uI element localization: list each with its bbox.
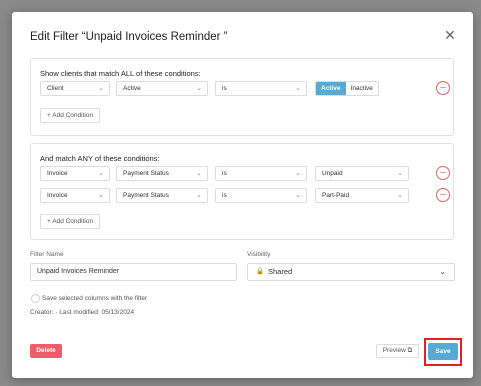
select-value: is — [222, 170, 227, 177]
select-value: Invoice — [47, 170, 68, 177]
select-value: Client — [47, 85, 64, 92]
chevron-down-icon: ⌄ — [295, 192, 301, 199]
edit-filter-dialog: Edit Filter “Unpaid Invoices Reminder ” … — [12, 12, 473, 378]
condition-value-select[interactable]: Unpaid ⌄ — [315, 166, 409, 181]
close-icon[interactable]: ✕ — [443, 28, 457, 42]
filter-name-label: Filter Name — [30, 251, 64, 258]
filter-meta-info: Creator: · Last modified: 05/13/2024 — [30, 309, 135, 316]
select-value: Part-Paid — [322, 192, 350, 199]
chevron-down-icon: ⌄ — [439, 267, 446, 276]
condition-field-select[interactable]: Payment Status ⌄ — [116, 166, 208, 181]
any-conditions-panel: And match ANY of these conditions: Invoi… — [30, 143, 454, 240]
chevron-down-icon: ⌄ — [397, 192, 403, 199]
condition-field-select[interactable]: Payment Status ⌄ — [116, 188, 208, 203]
save-button[interactable]: Save — [428, 343, 458, 360]
condition-entity-select[interactable]: Invoice ⌄ — [40, 166, 110, 181]
select-value: Payment Status — [123, 170, 169, 177]
chevron-down-icon: ⌄ — [98, 85, 104, 92]
save-columns-radio[interactable] — [31, 294, 40, 303]
select-value: Unpaid — [322, 170, 343, 177]
select-value: Active — [123, 85, 141, 92]
preview-button[interactable]: Preview ⧉ — [376, 344, 419, 358]
condition-value-select[interactable]: Part-Paid ⌄ — [315, 188, 409, 203]
filter-name-input[interactable]: Unpaid Invoices Reminder — [30, 263, 237, 281]
remove-condition-icon[interactable]: – — [436, 188, 450, 202]
chevron-down-icon: ⌄ — [196, 170, 202, 177]
lock-icon: 🔒 — [256, 268, 265, 275]
toggle-active-option[interactable]: Active — [316, 82, 346, 95]
select-value: Payment Status — [123, 192, 169, 199]
any-conditions-title: And match ANY of these conditions: — [40, 154, 160, 163]
chevron-down-icon: ⌄ — [98, 170, 104, 177]
add-condition-button[interactable]: + Add Condition — [40, 214, 101, 229]
dialog-title: Edit Filter “Unpaid Invoices Reminder ” — [30, 31, 228, 43]
condition-entity-select[interactable]: Client ⌄ — [40, 81, 110, 96]
select-value: is — [222, 192, 227, 199]
condition-field-select[interactable]: Active ⌄ — [116, 81, 208, 96]
condition-entity-select[interactable]: Invoice ⌄ — [40, 188, 110, 203]
toggle-inactive-option[interactable]: Inactive — [345, 82, 378, 95]
save-columns-label: Save selected columns with the filter — [42, 295, 148, 302]
visibility-value: Shared — [268, 267, 293, 276]
delete-button[interactable]: Delete — [30, 344, 62, 358]
chevron-down-icon: ⌄ — [397, 170, 403, 177]
condition-operator-select[interactable]: is ⌄ — [215, 188, 307, 203]
chevron-down-icon: ⌄ — [196, 85, 202, 92]
all-conditions-title: Show clients that match ALL of these con… — [40, 69, 201, 78]
chevron-down-icon: ⌄ — [98, 192, 104, 199]
visibility-select[interactable]: 🔒 Shared ⌄ — [247, 263, 455, 281]
visibility-label: Visibility — [247, 251, 271, 258]
all-conditions-panel: Show clients that match ALL of these con… — [30, 58, 454, 136]
select-value: Invoice — [47, 192, 68, 199]
remove-condition-icon[interactable]: – — [436, 81, 450, 95]
chevron-down-icon: ⌄ — [295, 170, 301, 177]
select-value: is — [222, 85, 227, 92]
chevron-down-icon: ⌄ — [196, 192, 202, 199]
add-condition-button[interactable]: + Add Condition — [40, 108, 101, 123]
condition-operator-select[interactable]: is ⌄ — [215, 166, 307, 181]
condition-operator-select[interactable]: is ⌄ — [215, 81, 307, 96]
remove-condition-icon[interactable]: – — [436, 166, 450, 180]
chevron-down-icon: ⌄ — [295, 85, 301, 92]
active-toggle[interactable]: Active Inactive — [315, 81, 379, 96]
